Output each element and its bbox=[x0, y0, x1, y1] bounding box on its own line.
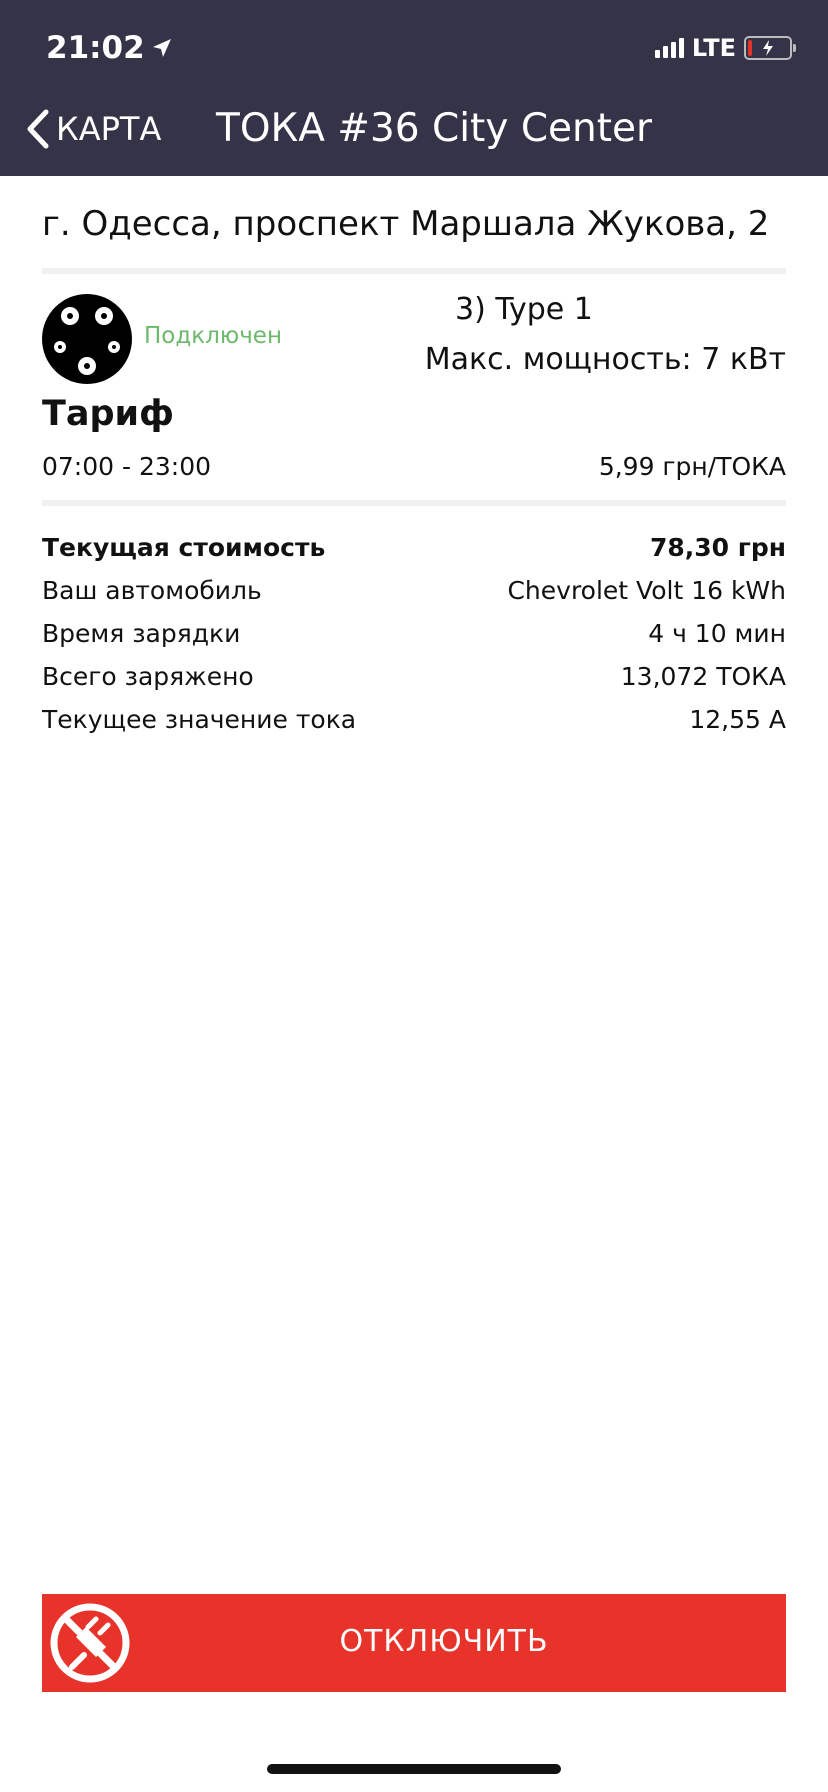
status-time: 21:02 bbox=[46, 30, 173, 66]
info-row-vehicle: Ваш автомобиль Chevrolet Volt 16 kWh bbox=[42, 576, 786, 605]
info-row-charging-time: Время зарядки 4 ч 10 мин bbox=[42, 619, 786, 648]
back-label: КАРТА bbox=[56, 110, 162, 148]
info-row-total-charged: Всего заряжено 13,072 ТОКА bbox=[42, 662, 786, 691]
info-row-current: Текущее значение тока 12,55 А bbox=[42, 705, 786, 734]
battery-icon bbox=[744, 36, 796, 60]
nav-row: КАРТА ТОКА #36 City Center bbox=[0, 100, 828, 160]
chevron-left-icon bbox=[27, 109, 49, 149]
network-type: LTE bbox=[691, 34, 736, 62]
disconnect-label: ОТКЛЮЧИТЬ bbox=[339, 1624, 549, 1659]
tariff-price: 5,99 грн/ТОКА bbox=[598, 452, 786, 481]
disconnect-button[interactable]: ОТКЛЮЧИТЬ bbox=[42, 1594, 786, 1692]
page-title: ТОКА #36 City Center bbox=[216, 106, 653, 151]
status-indicators: LTE bbox=[654, 34, 796, 62]
divider bbox=[42, 268, 786, 274]
station-address: г. Одесса, проспект Маршала Жукова, 2 bbox=[42, 204, 770, 244]
tariff-hours: 07:00 - 23:00 bbox=[42, 452, 212, 481]
signal-icon bbox=[654, 38, 684, 58]
connector-type: 3) Type 1 bbox=[455, 292, 593, 327]
tariff-title: Тариф bbox=[42, 394, 174, 434]
charging-info: Текущая стоимость 78,30 грн Ваш автомоби… bbox=[42, 526, 786, 741]
type1-connector-icon bbox=[42, 294, 132, 384]
back-button[interactable]: КАРТА bbox=[24, 108, 161, 150]
home-indicator[interactable] bbox=[267, 1764, 561, 1774]
location-arrow-icon bbox=[152, 39, 171, 57]
divider bbox=[42, 500, 786, 506]
info-row-current-cost: Текущая стоимость 78,30 грн bbox=[42, 533, 786, 562]
max-power: Макс. мощность: 7 кВт bbox=[424, 342, 786, 377]
connection-status: Подключен bbox=[144, 323, 282, 349]
top-bar: 21:02 LTE КАРТА ТОКА #36 City Center bbox=[0, 0, 828, 176]
